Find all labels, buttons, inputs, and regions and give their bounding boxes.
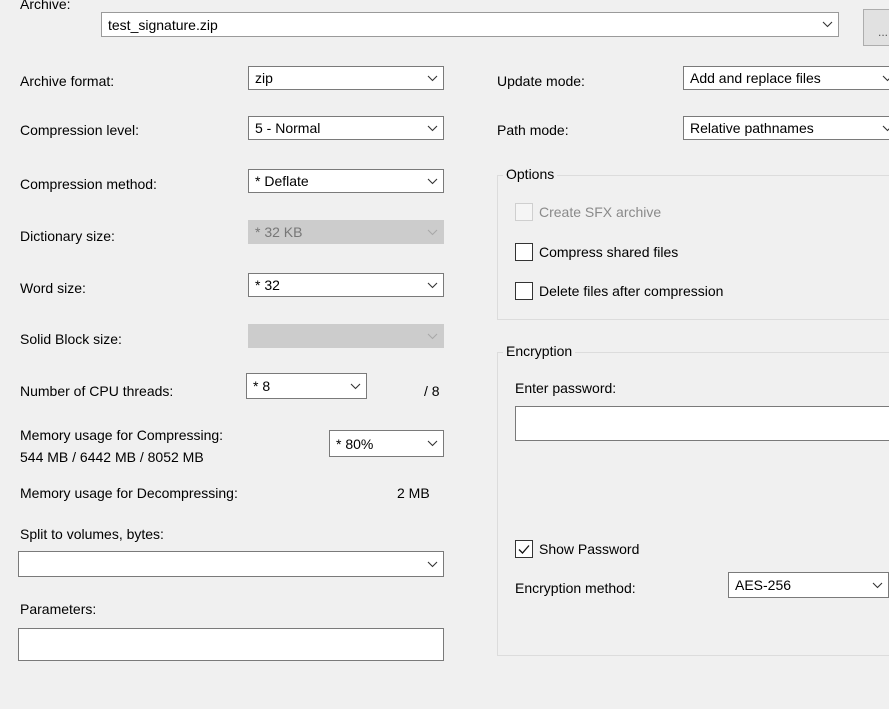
word-size-value: * 32 bbox=[255, 277, 280, 293]
show-password-label: Show Password bbox=[539, 541, 640, 557]
chevron-down-icon bbox=[421, 561, 443, 568]
dictionary-size-value: * 32 KB bbox=[255, 224, 303, 240]
create-sfx-checkbox bbox=[515, 203, 533, 221]
compression-level-label: Compression level: bbox=[20, 122, 140, 138]
archive-label: Archive: bbox=[20, 0, 71, 12]
chevron-down-icon bbox=[421, 333, 443, 340]
archive-path-combobox[interactable]: test_signature.zip bbox=[101, 12, 839, 37]
update-mode-value: Add and replace files bbox=[690, 70, 821, 86]
dictionary-size-select: * 32 KB bbox=[248, 220, 444, 244]
show-password-checkbox[interactable] bbox=[515, 540, 533, 558]
chevron-down-icon bbox=[876, 75, 889, 82]
compression-method-select[interactable]: * Deflate bbox=[248, 169, 444, 193]
password-input[interactable] bbox=[515, 406, 889, 441]
chevron-down-icon bbox=[866, 582, 888, 589]
encryption-legend: Encryption bbox=[503, 343, 576, 359]
update-mode-select[interactable]: Add and replace files bbox=[683, 66, 889, 90]
cpu-threads-max: / 8 bbox=[424, 383, 440, 399]
compression-method-value: * Deflate bbox=[255, 173, 309, 189]
word-size-select[interactable]: * 32 bbox=[248, 273, 444, 297]
create-sfx-label: Create SFX archive bbox=[539, 204, 662, 220]
parameters-input[interactable] bbox=[18, 628, 444, 661]
memory-compressing-select[interactable]: * 80% bbox=[329, 430, 444, 457]
parameters-label: Parameters: bbox=[20, 601, 97, 617]
compress-shared-checkbox[interactable] bbox=[515, 243, 533, 261]
archive-format-value: zip bbox=[255, 70, 273, 86]
memory-compressing-value: * 80% bbox=[336, 435, 374, 452]
chevron-down-icon bbox=[816, 21, 838, 28]
chevron-down-icon bbox=[421, 125, 443, 132]
cpu-threads-select[interactable]: * 8 bbox=[246, 373, 367, 399]
memory-decompressing-label: Memory usage for Decompressing: bbox=[20, 485, 238, 501]
archive-path-value: test_signature.zip bbox=[108, 16, 218, 33]
chevron-down-icon bbox=[876, 125, 889, 132]
cpu-threads-value: * 8 bbox=[253, 378, 271, 394]
solid-block-size-select bbox=[248, 324, 444, 348]
archive-format-select[interactable]: zip bbox=[248, 66, 444, 90]
word-size-label: Word size: bbox=[20, 280, 86, 296]
chevron-down-icon bbox=[421, 440, 443, 447]
split-volumes-combobox[interactable] bbox=[18, 551, 444, 577]
compression-method-label: Compression method: bbox=[20, 176, 157, 192]
solid-block-size-label: Solid Block size: bbox=[20, 331, 122, 347]
encryption-method-label: Encryption method: bbox=[515, 580, 636, 596]
path-mode-label: Path mode: bbox=[497, 122, 569, 138]
chevron-down-icon bbox=[421, 178, 443, 185]
encryption-method-value: AES-256 bbox=[735, 577, 792, 593]
path-mode-select[interactable]: Relative pathnames bbox=[683, 116, 889, 140]
compression-level-select[interactable]: 5 - Normal bbox=[248, 116, 444, 140]
encryption-method-select[interactable]: AES-256 bbox=[728, 572, 889, 598]
compression-level-value: 5 - Normal bbox=[255, 120, 321, 136]
options-legend: Options bbox=[503, 166, 558, 182]
compress-shared-label: Compress shared files bbox=[539, 244, 679, 260]
dictionary-size-label: Dictionary size: bbox=[20, 228, 115, 244]
chevron-down-icon bbox=[421, 229, 443, 236]
memory-compressing-detail: 544 MB / 6442 MB / 8052 MB bbox=[20, 449, 204, 465]
checkmark-icon bbox=[518, 545, 530, 554]
password-label: Enter password: bbox=[515, 380, 617, 396]
path-mode-value: Relative pathnames bbox=[690, 120, 814, 136]
delete-after-checkbox[interactable] bbox=[515, 282, 533, 300]
delete-after-label: Delete files after compression bbox=[539, 283, 724, 299]
chevron-down-icon bbox=[344, 383, 366, 390]
chevron-down-icon bbox=[421, 75, 443, 82]
memory-decompressing-value: 2 MB bbox=[397, 485, 430, 501]
split-volumes-label: Split to volumes, bytes: bbox=[20, 526, 164, 542]
update-mode-label: Update mode: bbox=[497, 73, 585, 89]
chevron-down-icon bbox=[421, 282, 443, 289]
archive-format-label: Archive format: bbox=[20, 73, 115, 89]
cpu-threads-label: Number of CPU threads: bbox=[20, 383, 174, 399]
browse-button[interactable]: ... bbox=[863, 9, 889, 46]
memory-compressing-label: Memory usage for Compressing: bbox=[20, 427, 224, 443]
encryption-group bbox=[497, 352, 889, 656]
